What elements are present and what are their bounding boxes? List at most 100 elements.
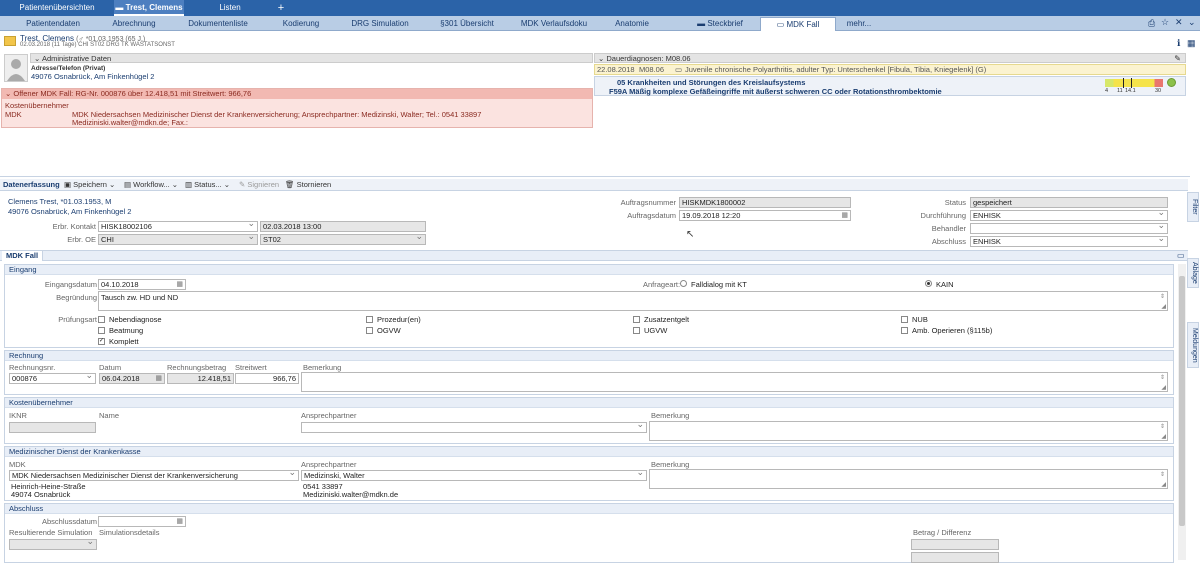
checkbox-beatmung[interactable] [98, 327, 105, 334]
kosten-bemerkung-textarea[interactable]: ⇕ ◢ [649, 421, 1168, 441]
nav-patientendaten[interactable]: Patientendaten [18, 16, 88, 31]
durchfuehrung-select[interactable]: ENHISK [970, 210, 1168, 221]
abschluss-select[interactable]: ENHISK [970, 236, 1168, 247]
close-icon[interactable]: ✕ [1175, 17, 1183, 28]
avatar [4, 54, 28, 82]
nav-mdk-verlaufsdoku[interactable]: MDK Verlaufsdoku [515, 16, 593, 31]
nav-dokumentenliste[interactable]: Dokumentenliste [183, 16, 253, 31]
checkbox-nebendiagnose[interactable] [98, 316, 105, 323]
print-icon[interactable]: ⎙ [1148, 18, 1155, 29]
edit-icon[interactable]: ✎ [1174, 54, 1181, 63]
checkbox-komplett-label: Komplett [109, 337, 139, 346]
rechnung-bemerkung-label: Bemerkung [303, 363, 342, 372]
radio-falldialog[interactable] [680, 280, 687, 287]
erbr-kontakt-select[interactable]: HISK18002106 [98, 221, 258, 232]
simulation-select[interactable] [9, 539, 97, 550]
diagnosis-row[interactable]: 22.08.2018 M08.06 ▭ Juvenile chronische … [594, 64, 1186, 75]
drg-box: 05 Krankheiten und Störungen des Kreisla… [594, 76, 1186, 96]
nav-mdk-fall[interactable]: ▭ MDK Fall [760, 17, 836, 31]
checkbox-prozeduren[interactable] [366, 316, 373, 323]
side-tab-ablage[interactable]: Ablage [1187, 258, 1199, 288]
auftragsdatum-field[interactable]: 19.09.2018 12:20 ▦ [679, 210, 851, 221]
checkbox-ugvw[interactable] [633, 327, 640, 334]
open-mdk-case-header[interactable]: ⌄ Offener MDK Fall: RG-Nr. 000876 über 1… [2, 89, 592, 99]
kostenuebernehmer-title: Kostenübernehmer [5, 398, 1173, 408]
verweildauer-bar [1105, 78, 1163, 88]
tab-datenerfassung[interactable]: Datenerfassung [3, 180, 60, 189]
kosten-name-label: Name [99, 411, 120, 420]
info-icon[interactable]: ℹ [1177, 38, 1180, 49]
add-tab-button[interactable]: + [272, 0, 290, 16]
address-label: Adresse/Telefon (Privat) [31, 65, 106, 72]
scrollbar[interactable] [1178, 264, 1186, 560]
nav-abrechnung[interactable]: Abrechnung [103, 16, 165, 31]
nav-anatomie[interactable]: Anatomie [607, 16, 657, 31]
calendar-icon[interactable]: ▦ [841, 211, 848, 220]
calendar-icon[interactable]: ▦ [176, 517, 183, 526]
save-label: Speichern [73, 180, 107, 189]
dauerdiagnosen-header[interactable]: ⌄ Dauerdiagnosen: M08.06 ✎ [594, 53, 1186, 63]
nav-301-uebersicht[interactable]: §301 Übersicht [432, 16, 502, 31]
nav-drg-simulation[interactable]: DRG Simulation [343, 16, 417, 31]
streitwert-field[interactable]: 966,76 [235, 373, 299, 384]
abschlussdatum-field[interactable]: ▦ [98, 516, 186, 527]
tab-patientenuebersichten[interactable]: Patientenübersichten [8, 0, 106, 16]
nav-steckbrief[interactable]: ▬ Steckbrief [690, 16, 750, 31]
nav-mehr[interactable]: mehr... [842, 16, 876, 31]
calendar-icon[interactable]: ▦ [176, 280, 183, 289]
tab-patient[interactable]: ▬ Trest, Clemens [114, 0, 184, 16]
iknr-label: IKNR [9, 411, 27, 420]
mdk-bemerkung-textarea[interactable]: ⇕ ◢ [649, 469, 1168, 489]
workflow-button[interactable]: ▤ Workflow... ⌄ [124, 180, 178, 189]
mdk-email: Mediziniski.walter@mdkn.de [303, 490, 399, 499]
rechnung-bemerkung-textarea[interactable]: ⇕ ◢ [301, 372, 1168, 392]
resize-handle-icon[interactable]: ◢ [1161, 303, 1166, 310]
calendar-icon: ▦ [155, 375, 162, 382]
side-tab-meldungen[interactable]: Meldungen [1187, 322, 1199, 368]
kosten-ansprechpartner-select[interactable] [301, 422, 647, 433]
resize-handle-icon[interactable]: ◢ [1161, 481, 1166, 488]
save-button[interactable]: ▣ Speichern ⌄ [64, 180, 115, 189]
nav-kodierung[interactable]: Kodierung [273, 16, 329, 31]
tab-listen[interactable]: Listen [200, 0, 260, 16]
mdk-label: MDK [9, 460, 26, 469]
radio-kain[interactable] [925, 280, 932, 287]
checkbox-ogvw[interactable] [366, 327, 373, 334]
mdk-ansprechpartner-select[interactable]: Medizinski, Walter [301, 470, 647, 481]
stepper-icon[interactable]: ⇕ [1160, 471, 1165, 478]
window-icon[interactable]: ▭ [1177, 251, 1185, 260]
erbr-oe-select[interactable]: CHI [98, 234, 258, 245]
erbr-oe2-select[interactable]: ST02 [260, 234, 426, 245]
behandler-select[interactable] [970, 223, 1168, 234]
checkbox-nebendiagnose-label: Nebendiagnose [109, 315, 162, 324]
resize-handle-icon[interactable]: ◢ [1161, 384, 1166, 391]
calendar-icon[interactable]: ▦ [1187, 38, 1196, 49]
chevron-down-icon[interactable]: ⌄ [1188, 17, 1196, 28]
checkbox-zusatzentgelt[interactable] [633, 316, 640, 323]
rechnungsnr-select[interactable]: 000876 [9, 373, 96, 384]
stepper-icon[interactable]: ⇕ [1160, 374, 1165, 381]
mdc-text: 05 Krankheiten und Störungen des Kreisla… [617, 78, 806, 87]
form-patient-line-1: Clemens Trest, *01.03.1953, M [8, 197, 112, 206]
status-button[interactable]: ▥ Status... ⌄ [185, 180, 230, 189]
eingangsdatum-field[interactable]: 04.10.2018 ▦ [98, 279, 186, 290]
rechnungsbetrag-field: 12.418,51 [167, 373, 234, 384]
resize-handle-icon[interactable]: ◢ [1161, 433, 1166, 440]
mdk-fall-tab-strip: MDK Fall ▭ [0, 250, 1188, 261]
stepper-icon[interactable]: ⇕ [1160, 423, 1165, 430]
side-tab-filter[interactable]: Filter [1187, 192, 1199, 222]
checkbox-amb-operieren[interactable] [901, 327, 908, 334]
sign-button[interactable]: ✎ Signieren [239, 180, 279, 189]
cancel-button[interactable]: 🗑 Stornieren [285, 180, 331, 189]
stepper-icon[interactable]: ⇕ [1160, 293, 1165, 300]
star-icon[interactable]: ☆ [1161, 17, 1169, 28]
mdk-select[interactable]: MDK Niedersachsen Medizinischer Dienst d… [9, 470, 299, 481]
divider [0, 176, 1190, 177]
checkbox-komplett[interactable]: ✓ [98, 338, 105, 345]
anfrageart-label: Anfrageart: [643, 280, 681, 289]
checkbox-nub[interactable] [901, 316, 908, 323]
scrollbar-thumb[interactable] [1179, 276, 1185, 526]
admin-data-header[interactable]: ⌄ Administrative Daten [30, 53, 593, 63]
begruendung-textarea[interactable]: Tausch zw. HD und ND ⇕ ◢ [98, 291, 1168, 311]
tab-mdk-fall[interactable]: MDK Fall [2, 251, 44, 261]
